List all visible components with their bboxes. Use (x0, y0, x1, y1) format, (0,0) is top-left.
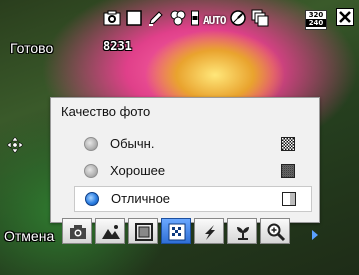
photo-quality-dialog: Качество фото Обычн. Хорошее Отличное (50, 97, 320, 223)
quality-option-fine[interactable]: Отличное (74, 186, 312, 212)
status-label: Готово (10, 40, 54, 56)
camera-viewfinder: AUTO 320 240 Готово 8231 Качество фото О… (0, 0, 359, 275)
flash-auto-label: AUTO (203, 14, 226, 27)
status-icons-bar: AUTO (103, 8, 269, 28)
quality-option-normal[interactable]: Обычн. (74, 132, 312, 156)
metering-icon[interactable] (194, 218, 224, 244)
option-label: Хорошее (110, 163, 166, 178)
radio-button[interactable] (84, 137, 98, 151)
option-label: Обычн. (110, 136, 155, 151)
quality-fine-icon (282, 192, 296, 206)
frame-icon[interactable] (125, 9, 143, 27)
macro-icon[interactable] (227, 218, 257, 244)
timer-icon[interactable] (229, 9, 247, 27)
quality-option-good[interactable]: Хорошее (74, 159, 312, 183)
flash-box-icon[interactable] (191, 9, 199, 27)
radio-button[interactable] (84, 164, 98, 178)
resolution-width: 320 (308, 11, 324, 19)
edit-icon[interactable] (147, 9, 165, 27)
close-icon[interactable] (336, 8, 354, 26)
cancel-softkey[interactable]: Отмена (4, 228, 54, 244)
shot-counter: 8231 (103, 39, 132, 53)
flash-auto-icon[interactable]: AUTO (203, 9, 226, 27)
zoom-icon[interactable] (260, 218, 290, 244)
resolution-height: 240 (306, 19, 326, 27)
dialog-title: Качество фото (61, 104, 151, 119)
camera-icon[interactable] (103, 9, 121, 27)
option-label: Отличное (111, 191, 171, 206)
quality-good-icon (281, 164, 295, 178)
frame-mode-icon[interactable] (128, 218, 158, 244)
camera-mode-icon[interactable] (62, 218, 92, 244)
quality-normal-icon (281, 137, 295, 151)
navigation-pad-icon (6, 136, 24, 154)
scroll-right-arrow-icon[interactable] (311, 226, 319, 240)
effects-icon[interactable] (169, 9, 187, 27)
radio-button-selected[interactable] (85, 192, 99, 206)
resolution-badge[interactable]: 320 240 (305, 10, 327, 30)
quality-icon[interactable] (161, 218, 191, 244)
burst-icon[interactable] (251, 9, 269, 27)
settings-toolbar (62, 218, 290, 244)
scene-icon[interactable] (95, 218, 125, 244)
